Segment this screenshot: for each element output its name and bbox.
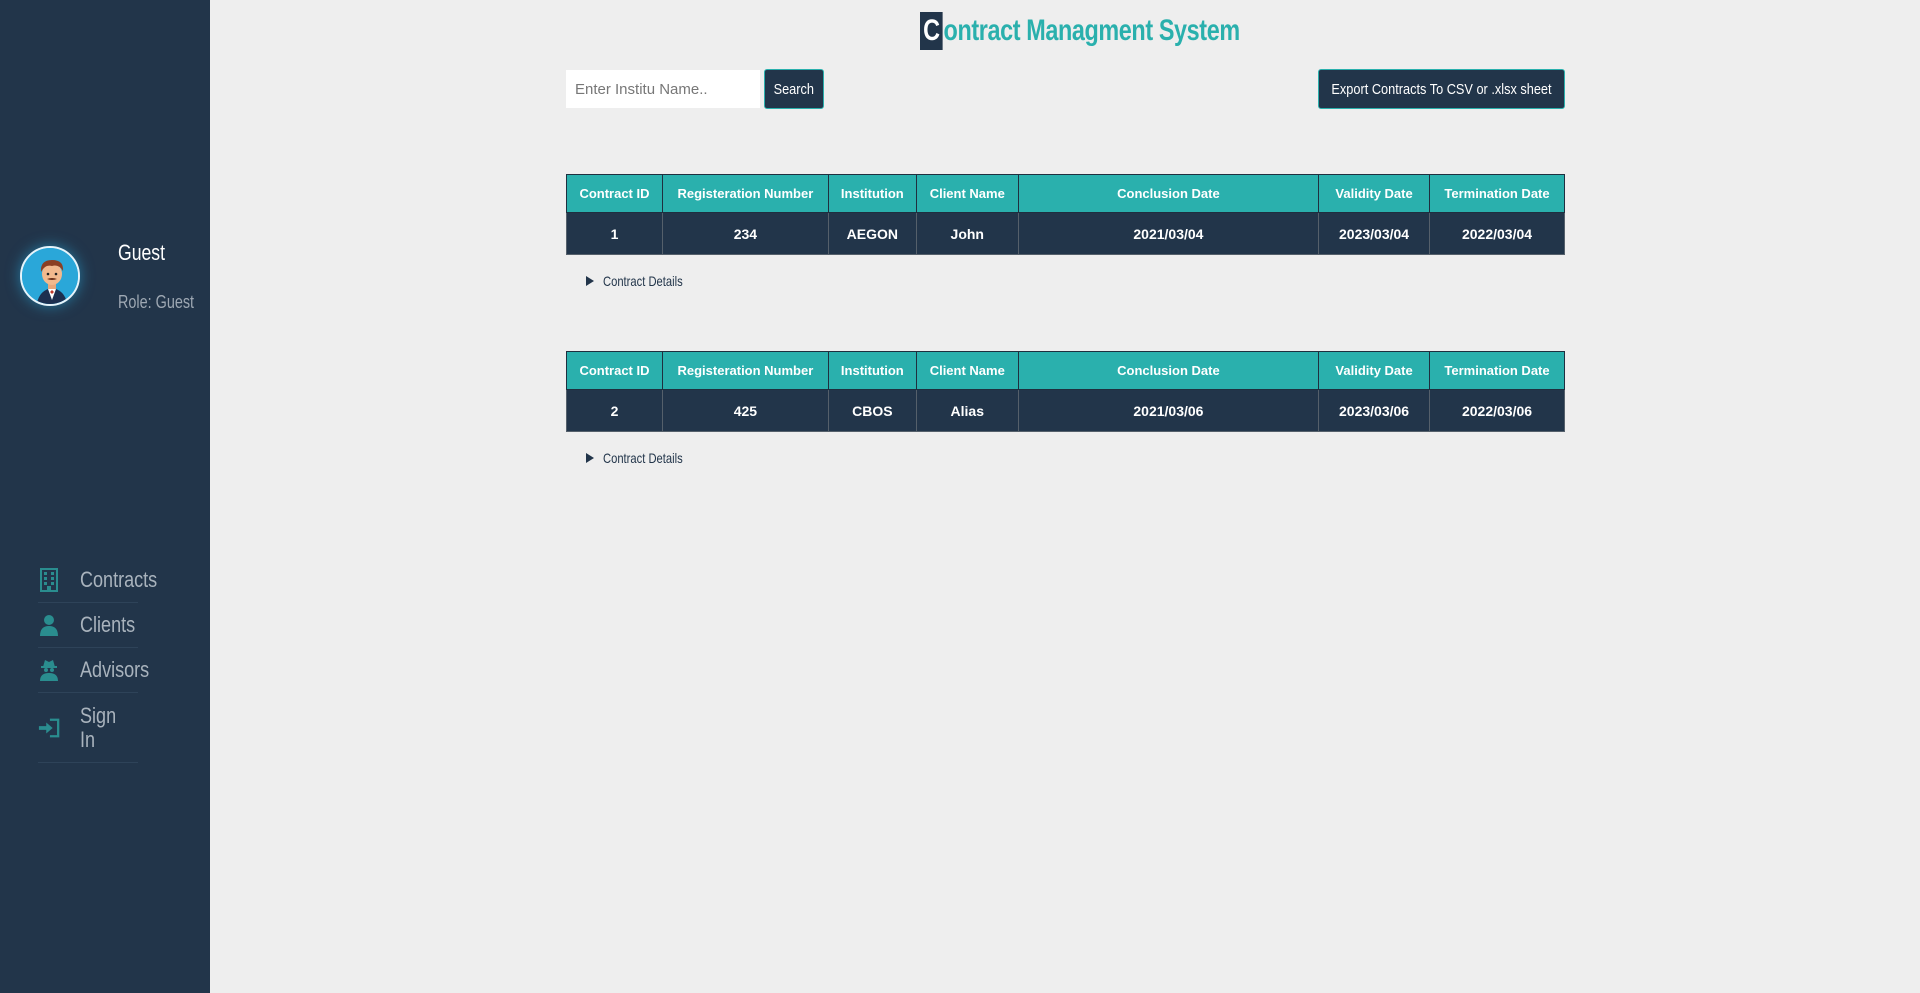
column-header: Client Name	[915, 174, 1019, 213]
column-header: Registeration Number	[661, 174, 829, 213]
sidebar: Guest Role: Guest Contracts Clients Advi…	[0, 0, 210, 993]
table-cell: John	[915, 212, 1019, 255]
search-button-label: Search	[773, 80, 815, 98]
sidebar-item-contracts[interactable]: Contracts	[38, 558, 157, 603]
sidebar-item-label: Contracts	[80, 567, 158, 592]
table-cell: 2023/03/04	[1318, 212, 1431, 255]
user-name: Guest	[118, 240, 165, 265]
triangle-right-icon	[586, 276, 594, 286]
column-header: Validity Date	[1318, 351, 1431, 390]
sidebar-item-label: Clients	[80, 612, 136, 637]
export-button-label: Export Contracts To CSV or .xlsx sheet	[1331, 80, 1552, 98]
table-header-row: Contract ID Registeration Number Institu…	[566, 351, 1565, 390]
column-header: Termination Date	[1429, 174, 1565, 213]
column-header: Termination Date	[1429, 351, 1565, 390]
column-header: Contract ID	[566, 174, 663, 213]
table-row: 2 425 CBOS Alias 2021/03/06 2023/03/06 2…	[566, 389, 1565, 432]
column-header: Registeration Number	[661, 351, 829, 390]
column-header: Validity Date	[1318, 174, 1431, 213]
table-cell: 425	[661, 389, 829, 432]
user-icon	[38, 614, 60, 636]
column-header: Institution	[827, 174, 917, 213]
page-title: Contract Managment System	[920, 12, 1240, 50]
user-role: Role: Guest	[118, 292, 195, 312]
table-cell: 2023/03/06	[1318, 389, 1431, 432]
contract-table: Contract ID Registeration Number Institu…	[566, 174, 1565, 255]
title-text: ontract Managment System	[943, 14, 1241, 47]
contract-details-label: Contract Details	[603, 450, 683, 466]
sidebar-nav: Contracts Clients Advisors Sign In	[38, 558, 157, 763]
building-icon	[38, 568, 60, 592]
triangle-right-icon	[586, 453, 594, 463]
column-header: Conclusion Date	[1017, 351, 1320, 390]
search-input[interactable]	[566, 70, 760, 108]
contract-details-toggle[interactable]: Contract Details	[586, 450, 703, 466]
contract-details-label: Contract Details	[603, 273, 683, 289]
table-header-row: Contract ID Registeration Number Institu…	[566, 174, 1565, 213]
column-header: Contract ID	[566, 351, 663, 390]
sidebar-item-clients[interactable]: Clients	[38, 603, 138, 648]
table-cell: 2021/03/04	[1017, 212, 1320, 255]
sidebar-item-advisors[interactable]: Advisors	[38, 648, 149, 693]
title-initial: C	[920, 12, 943, 50]
contract-details-toggle[interactable]: Contract Details	[586, 273, 703, 289]
table-row: 1 234 AEGON John 2021/03/04 2023/03/04 2…	[566, 212, 1565, 255]
sidebar-item-label: Advisors	[80, 657, 150, 682]
sign-in-icon	[38, 717, 60, 739]
avatar	[20, 246, 80, 306]
sidebar-item-label: Sign In	[80, 702, 117, 752]
column-header: Institution	[827, 351, 917, 390]
user-secret-icon	[38, 659, 60, 681]
sidebar-item-sign-in[interactable]: Sign In	[38, 693, 138, 763]
contract-table: Contract ID Registeration Number Institu…	[566, 351, 1565, 432]
table-cell: CBOS	[827, 389, 917, 432]
table-cell: 2022/03/04	[1429, 212, 1565, 255]
table-cell: 2021/03/06	[1017, 389, 1320, 432]
column-header: Conclusion Date	[1017, 174, 1320, 213]
table-cell: 2022/03/06	[1429, 389, 1565, 432]
table-cell: 234	[661, 212, 829, 255]
column-header: Client Name	[915, 351, 1019, 390]
table-cell: AEGON	[827, 212, 917, 255]
search-button[interactable]: Search	[764, 69, 824, 109]
table-cell: 1	[566, 212, 663, 255]
table-cell: Alias	[915, 389, 1019, 432]
export-button[interactable]: Export Contracts To CSV or .xlsx sheet	[1318, 69, 1565, 109]
table-cell: 2	[566, 389, 663, 432]
